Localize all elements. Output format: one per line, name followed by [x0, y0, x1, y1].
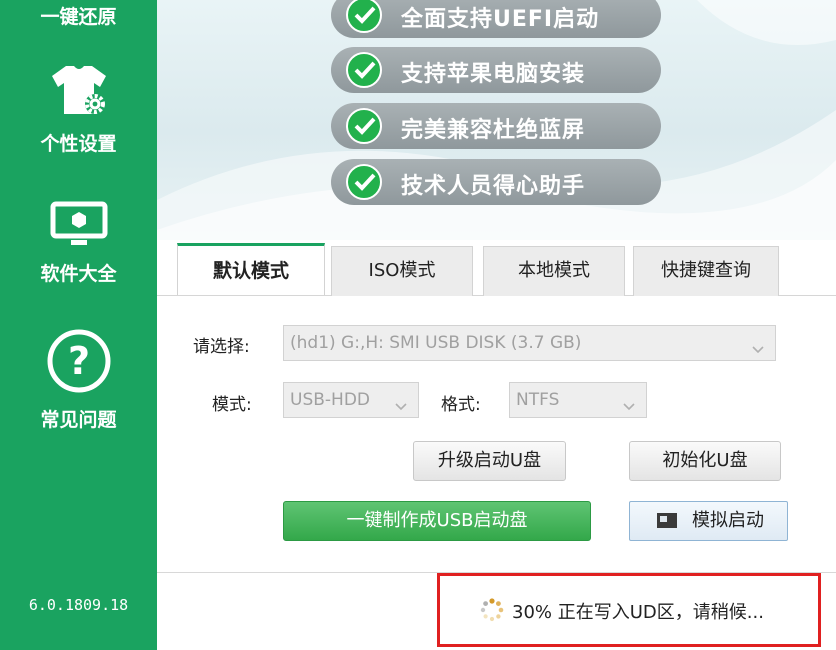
feature-text: 全面支持UEFI启动	[401, 7, 600, 32]
disk-select[interactable]: (hd1) G:,H: SMI USB DISK (3.7 GB)	[283, 325, 776, 361]
sidebar-item-label: 常见问题	[40, 409, 117, 431]
format-label: 格式:	[441, 395, 481, 415]
sidebar-item-faq[interactable]: ? 常见问题	[0, 328, 157, 432]
feature-badge: 全面支持UEFI启动	[331, 0, 661, 38]
screen-icon	[656, 512, 678, 535]
version-label: 6.0.1809.18	[28, 596, 129, 614]
check-icon	[346, 164, 382, 200]
feature-badge: 技术人员得心助手	[331, 159, 661, 205]
feature-text: 完美兼容杜绝蓝屏	[401, 118, 586, 143]
mode-label: 模式:	[212, 395, 252, 415]
tab-local-mode[interactable]: 本地模式	[483, 246, 625, 296]
make-boot-usb-button[interactable]: 一键制作成USB启动盘	[283, 501, 591, 541]
svg-text:?: ?	[67, 339, 89, 383]
check-icon	[346, 0, 382, 33]
sidebar-item-label: 软件大全	[40, 263, 117, 285]
format-select-value: NTFS	[516, 390, 560, 410]
sidebar-item-software[interactable]: 软件大全	[0, 200, 157, 286]
tab-hotkey-query[interactable]: 快捷键查询	[633, 246, 779, 296]
sidebar-item-label: 一键还原	[40, 6, 117, 28]
disk-select-value: (hd1) G:,H: SMI USB DISK (3.7 GB)	[290, 333, 582, 353]
simulate-boot-button[interactable]: 模拟启动	[629, 501, 788, 541]
sidebar-item-label: 个性设置	[40, 133, 117, 155]
feature-badge: 完美兼容杜绝蓝屏	[331, 103, 661, 149]
tshirt-gear-icon	[0, 62, 157, 123]
feature-text: 支持苹果电脑安装	[401, 62, 586, 87]
tab-default-mode[interactable]: 默认模式	[177, 243, 325, 295]
status-highlight: 30% 正在写入UD区，请稍候...	[437, 573, 821, 647]
simulate-boot-label: 模拟启动	[692, 510, 764, 531]
format-select[interactable]: NTFS	[509, 382, 647, 418]
feature-text: 技术人员得心助手	[401, 174, 586, 199]
loading-spinner-icon	[480, 598, 504, 626]
init-usb-button[interactable]: 初始化U盘	[629, 441, 781, 481]
disk-select-label: 请选择:	[193, 337, 250, 357]
mode-select-value: USB-HDD	[290, 390, 370, 410]
tab-iso-mode[interactable]: ISO模式	[331, 246, 473, 296]
check-icon	[346, 108, 382, 144]
sidebar: 一键还原 个性设置 软件大全 ? 常见问题 6.0.1809.18	[0, 0, 157, 650]
chevron-down-icon	[751, 334, 765, 368]
check-icon	[346, 52, 382, 88]
upgrade-usb-button[interactable]: 升级启动U盘	[413, 441, 566, 481]
status-text: 30% 正在写入UD区，请稍候...	[512, 602, 764, 623]
feature-badge: 支持苹果电脑安装	[331, 47, 661, 93]
sidebar-item-restore[interactable]: 一键还原	[0, 2, 157, 29]
chevron-down-icon	[394, 391, 408, 425]
mode-tabs: 默认模式 ISO模式 本地模式 快捷键查询	[157, 240, 836, 296]
sidebar-item-settings[interactable]: 个性设置	[0, 62, 157, 156]
mode-select[interactable]: USB-HDD	[283, 382, 419, 418]
chevron-down-icon	[622, 391, 636, 425]
question-icon: ?	[0, 328, 157, 399]
banner: 全面支持UEFI启动 支持苹果电脑安装 完美兼容杜绝蓝屏 技术人员得心助手	[157, 0, 836, 240]
monitor-icon	[0, 200, 157, 253]
